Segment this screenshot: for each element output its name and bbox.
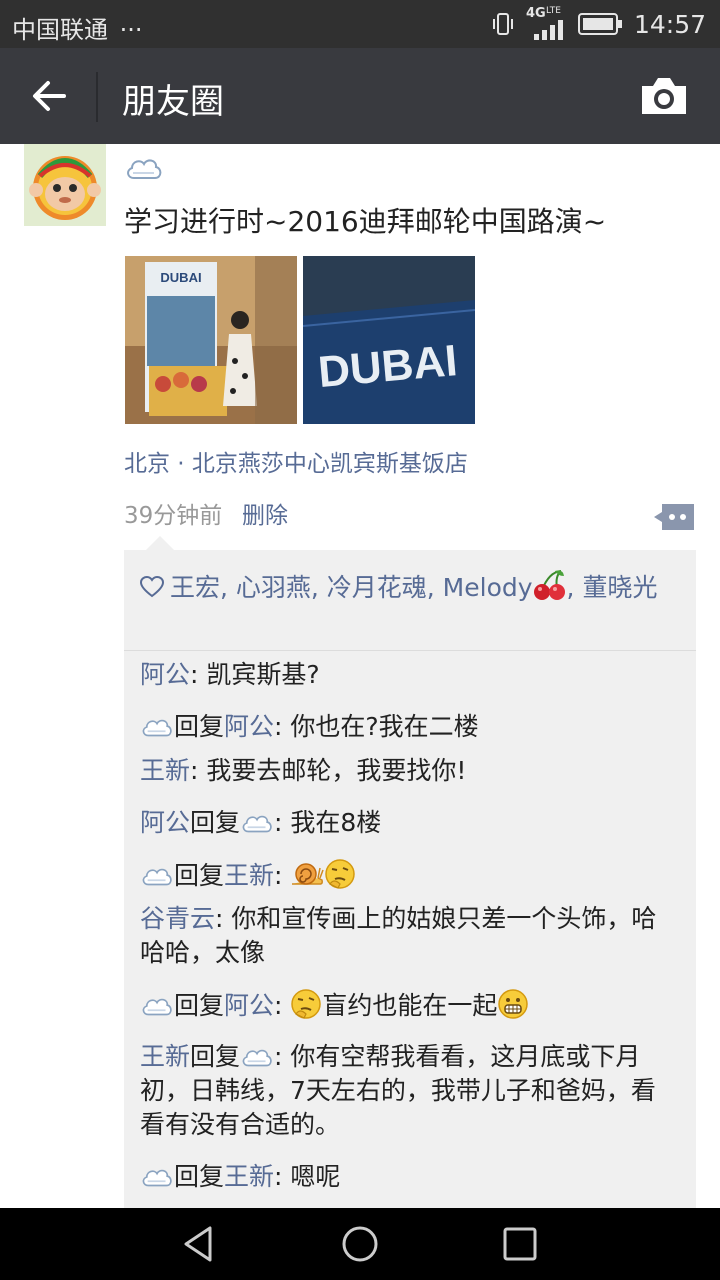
location-link[interactable]: 北京 · 北京燕莎中心凯宾斯基饭店	[124, 444, 468, 478]
comment-more-button[interactable]	[652, 502, 696, 532]
post-time: 39分钟前	[124, 503, 223, 529]
circle-home-icon	[342, 1226, 378, 1262]
cloud-icon[interactable]	[240, 1045, 274, 1069]
comment-box-arrow	[146, 536, 174, 550]
cherry-emoji-icon	[533, 570, 565, 600]
camera-icon	[642, 78, 686, 114]
system-nav-bar	[0, 1208, 720, 1280]
comment-author[interactable]: 王新	[140, 1042, 190, 1071]
comment-item[interactable]: 回复阿公: 你也在?我在二楼	[140, 710, 680, 744]
cloud-icon[interactable]	[140, 715, 174, 739]
cloud-icon[interactable]	[140, 994, 174, 1018]
post-text: 学习进行时~2016迪拜邮轮中国路演~	[124, 205, 607, 238]
reply-target[interactable]: 阿公	[224, 712, 274, 741]
app-bar: 朋友圈	[0, 48, 720, 144]
comment-author[interactable]: 谷青云	[140, 904, 215, 933]
carrier-label: 中国联通 ···	[12, 16, 143, 44]
app-bar-divider	[96, 72, 98, 122]
thinking-emoji-icon	[325, 859, 356, 889]
avatar[interactable]	[24, 144, 106, 226]
camera-button[interactable]	[638, 72, 690, 120]
monkey-avatar-image	[24, 144, 106, 226]
status-bar: 中国联通 ··· 4G LTE 14:57	[0, 0, 720, 48]
likes-list: 王宏, 心羽燕, 冷月花魂, Melody , 董晓光	[139, 568, 680, 605]
delete-button[interactable]: 删除	[242, 496, 288, 530]
square-recent-icon	[503, 1227, 537, 1261]
reply-target[interactable]: 王新	[224, 861, 274, 890]
comment-item[interactable]: 王新回复: 你有空帮我看看，这月底或下月初，日韩线，7天左右的，我带儿子和爸妈，…	[140, 1040, 680, 1142]
clock: 14:57	[633, 9, 706, 39]
nav-back-button[interactable]	[180, 1224, 220, 1264]
comment-text: 凯宾斯基?	[206, 660, 320, 689]
comment-item[interactable]: 回复王新:	[140, 858, 680, 893]
page-title: 朋友圈	[122, 82, 224, 122]
battery-icon	[577, 13, 622, 35]
comment-text: 嗯呢	[290, 1162, 341, 1191]
comment-text: 我在8楼	[290, 808, 382, 837]
comment-author[interactable]: 阿公	[140, 808, 190, 837]
comment-more-icon	[654, 504, 694, 530]
comment-item[interactable]: 阿公回复: 我在8楼	[140, 806, 680, 840]
comment-item[interactable]: 王新: 我要去邮轮，我要找你!	[140, 754, 680, 788]
post-photo-2[interactable]: DUBAI	[303, 256, 475, 424]
cloud-icon[interactable]	[140, 864, 174, 888]
author-cloud-icon[interactable]	[124, 154, 164, 182]
comment-author[interactable]: 阿公	[140, 660, 190, 689]
heart-icon	[139, 575, 165, 598]
signal-icon	[533, 20, 563, 40]
like-names[interactable]: 王宏, 心羽燕, 冷月花魂, Melody	[170, 573, 533, 602]
reply-target[interactable]: 王新	[224, 1162, 274, 1191]
cloud-icon[interactable]	[140, 1165, 174, 1189]
triangle-back-icon	[184, 1226, 212, 1262]
comment-item[interactable]: 谷青云: 你和宣传画上的姑娘只差一个头饰，哈哈哈，太像	[140, 902, 680, 970]
comment-text: 你也在?我在二楼	[290, 712, 479, 741]
back-button[interactable]	[24, 72, 76, 120]
moments-feed[interactable]: 学习进行时~2016迪拜邮轮中国路演~ DUBAI DUBAI 北京 · 北京燕…	[0, 144, 720, 1208]
thinking-emoji-icon	[291, 989, 322, 1019]
likes-divider	[124, 650, 696, 651]
vibrate-icon	[492, 13, 513, 35]
nav-recent-button[interactable]	[500, 1224, 540, 1264]
comment-item[interactable]: 回复王新: 嗯呢	[140, 1160, 680, 1194]
comment-text: 我要去邮轮，我要找你!	[206, 756, 467, 785]
comment-author[interactable]: 王新	[140, 756, 190, 785]
grin-emoji-icon	[498, 989, 529, 1019]
comment-text: 盲约也能在一起	[322, 991, 498, 1020]
post-photo-1[interactable]: DUBAI	[125, 256, 297, 424]
photo1-sign-text: DUBAI	[160, 270, 201, 285]
comment-item[interactable]: 回复阿公: 盲约也能在一起	[140, 988, 680, 1023]
arrow-left-icon	[33, 81, 66, 111]
comment-item[interactable]: 阿公: 凯宾斯基?	[140, 658, 680, 692]
comment-box: 王宏, 心羽燕, 冷月花魂, Melody , 董晓光 阿公: 凯宾斯基? 回复…	[124, 550, 696, 1208]
cloud-icon[interactable]	[240, 811, 274, 835]
network-indicator: 4G LTE	[526, 6, 568, 40]
reply-target[interactable]: 阿公	[224, 991, 274, 1020]
like-names-tail[interactable]: , 董晓光	[567, 573, 658, 602]
nav-home-button[interactable]	[340, 1224, 380, 1264]
snail-emoji-icon	[292, 863, 325, 885]
